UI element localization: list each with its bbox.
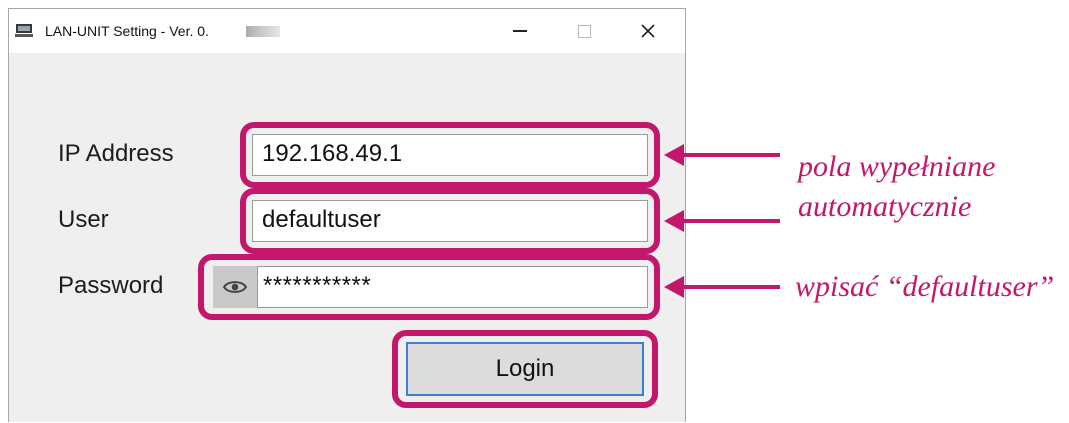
annotation-password-hint: wpisać “defaultuser” <box>795 270 1055 303</box>
ip-highlight-frame <box>240 122 660 188</box>
title-bar[interactable]: LAN-UNIT Setting - Ver. 0. <box>9 9 685 53</box>
computer-icon <box>15 24 33 37</box>
annotation-auto-filled-line1: pola wypełniane <box>798 150 996 183</box>
annotation-auto-filled-line2: automatycznie <box>798 190 972 223</box>
arrow-left-icon <box>664 210 780 232</box>
arrow-left-icon <box>664 144 780 166</box>
minimize-icon <box>513 30 527 32</box>
password-label: Password <box>58 272 164 299</box>
password-highlight-frame <box>198 254 660 320</box>
user-label: User <box>58 206 109 233</box>
arrow-left-icon <box>664 276 780 298</box>
user-highlight-frame <box>240 188 660 254</box>
close-icon <box>641 24 655 38</box>
close-button[interactable] <box>625 9 671 53</box>
maximize-icon <box>577 24 591 38</box>
version-redaction <box>246 26 280 37</box>
minimize-button[interactable] <box>497 9 543 53</box>
login-highlight-frame <box>392 330 658 408</box>
window-title: LAN-UNIT Setting - Ver. 0. <box>45 23 209 39</box>
maximize-button[interactable] <box>561 9 607 53</box>
ip-address-label: IP Address <box>58 140 174 167</box>
